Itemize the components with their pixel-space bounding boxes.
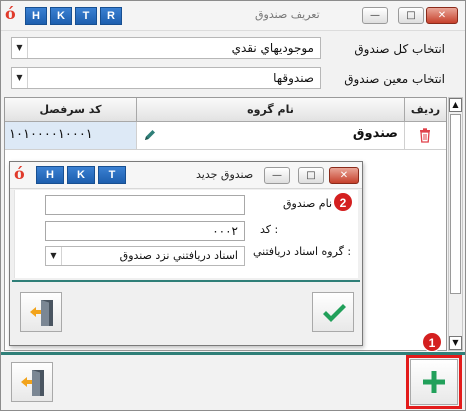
receivables-group-value: اسناد دريافتني نزد صندوق — [119, 249, 238, 262]
column-header-row[interactable]: رديف — [405, 98, 446, 122]
minimize-button[interactable]: — — [362, 7, 388, 24]
hotkey-bar: H K T R — [25, 7, 122, 25]
dialog-minimize-button[interactable]: — — [264, 167, 290, 184]
minimize-icon: — — [370, 10, 380, 21]
add-button-highlight — [406, 355, 462, 409]
close-icon: ✕ — [339, 170, 349, 181]
maximize-icon: □ — [306, 170, 316, 181]
column-header-code[interactable]: کد سرفصل — [5, 98, 137, 122]
maximize-icon: □ — [406, 10, 416, 21]
fund-code-input[interactable]: ۰۰۰۲ — [45, 221, 245, 241]
check-icon — [321, 301, 347, 325]
dialog-title: صندوق جديد — [196, 168, 254, 181]
chevron-down-icon[interactable]: ▼ — [12, 68, 28, 88]
hotkey-h-button[interactable]: H — [25, 7, 47, 25]
title-bar: ó H K T R تعريف صندوق — □ ✕ — [1, 1, 465, 31]
specific-fund-value: صندوقها — [273, 71, 314, 85]
footer-separator — [1, 352, 465, 355]
receivables-group-label: گروه اسناد دريافتني : — [253, 245, 352, 258]
receivables-group-select[interactable]: ▼ اسناد دريافتني نزد صندوق — [45, 246, 245, 266]
hotkey-r-button[interactable]: R — [100, 7, 122, 25]
hotkey-t-button[interactable]: T — [75, 7, 97, 25]
grid-scrollbar[interactable]: ▲ ▼ — [448, 97, 463, 351]
maximize-button[interactable]: □ — [398, 7, 424, 24]
app-logo-icon: ó — [14, 164, 25, 183]
window-title: تعريف صندوق — [255, 8, 320, 21]
new-fund-dialog: ó H K T صندوق جديد — □ ✕ نام صندوق ۰۰۰۲ … — [9, 161, 363, 346]
scroll-thumb[interactable] — [450, 114, 461, 294]
specific-fund-select[interactable]: ▼ صندوقها — [11, 67, 321, 89]
column-header-group-name[interactable]: نام گروه — [137, 98, 405, 122]
table-cell-code[interactable]: ۱۰۱۰۰۰۰۱۰۰۰۱ — [5, 122, 137, 150]
total-fund-select[interactable]: ▼ موجوديهاي نقدي — [11, 37, 321, 59]
scroll-down-icon[interactable]: ▼ — [449, 336, 462, 350]
dialog-maximize-button[interactable]: □ — [298, 167, 324, 184]
dialog-close-button[interactable]: ✕ — [329, 167, 359, 184]
confirm-button[interactable] — [312, 292, 354, 332]
exit-door-icon — [29, 299, 55, 327]
fund-name-input[interactable] — [45, 195, 245, 215]
exit-door-icon — [20, 369, 46, 397]
dialog-hotkey-t-button[interactable]: T — [98, 166, 126, 184]
table-cell-group-name[interactable]: صندوق — [137, 122, 405, 150]
dialog-hotkey-h-button[interactable]: H — [36, 166, 64, 184]
pencil-icon[interactable] — [143, 128, 157, 142]
dialog-hotkey-k-button[interactable]: K — [67, 166, 95, 184]
chevron-down-icon[interactable]: ▼ — [46, 247, 62, 265]
close-button[interactable]: ✕ — [426, 7, 458, 24]
total-fund-label: انتخاب کل صندوق — [354, 42, 445, 56]
close-icon: ✕ — [437, 10, 447, 21]
hotkey-k-button[interactable]: K — [50, 7, 72, 25]
dialog-title-bar: ó H K T صندوق جديد — □ ✕ — [10, 162, 362, 189]
dialog-body: نام صندوق ۰۰۰۲ کد : ▼ اسناد دريافتني نزد… — [14, 190, 358, 278]
exit-button[interactable] — [11, 362, 53, 402]
fund-code-label: کد : — [260, 223, 279, 236]
main-window: ó H K T R تعريف صندوق — □ ✕ ▼ موجوديهاي … — [0, 0, 466, 411]
step-badge-1: 1 — [422, 332, 442, 352]
fund-name-label: نام صندوق — [283, 197, 333, 210]
total-fund-value: موجوديهاي نقدي — [231, 41, 314, 55]
scroll-up-icon[interactable]: ▲ — [449, 98, 462, 112]
specific-fund-label: انتخاب معين صندوق — [344, 72, 445, 86]
dialog-hotkey-bar: H K T — [36, 166, 126, 184]
dialog-separator — [12, 280, 360, 282]
table-cell-row[interactable] — [405, 122, 446, 150]
trash-icon[interactable] — [419, 128, 431, 143]
app-logo-icon: ó — [5, 4, 16, 23]
minimize-icon: — — [272, 170, 282, 181]
step-badge-2: 2 — [333, 192, 353, 212]
dialog-exit-button[interactable] — [20, 292, 62, 332]
chevron-down-icon[interactable]: ▼ — [12, 38, 28, 58]
